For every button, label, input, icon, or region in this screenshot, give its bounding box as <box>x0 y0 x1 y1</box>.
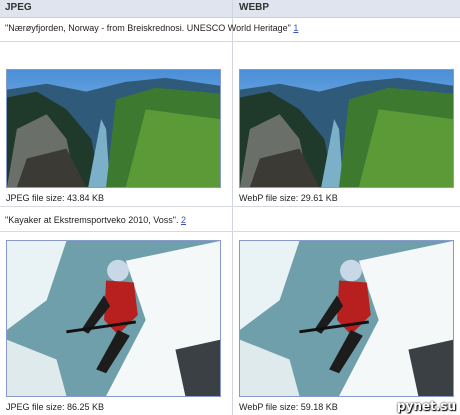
jpeg-file-size: JPEG file size: 86.25 KB <box>6 402 105 412</box>
caption-text: "Nærøyfjorden, Norway - from Breiskredno… <box>5 23 291 33</box>
webp-kayaker-image <box>239 240 454 397</box>
caption-row-2: "Kayaker at Ekstremsportveko 2010, Voss"… <box>5 215 186 225</box>
jpeg-fjord-image <box>6 69 221 188</box>
row-divider <box>0 231 460 232</box>
caption-text: "Kayaker at Ekstremsportveko 2010, Voss"… <box>5 215 179 225</box>
webp-file-size: WebP file size: 29.61 KB <box>239 193 338 203</box>
webp-fjord-image <box>239 69 454 188</box>
header-webp: WEBP <box>239 2 269 13</box>
caption-row-1: "Nærøyfjorden, Norway - from Breiskredno… <box>5 23 298 33</box>
caption-ref-link[interactable]: 2 <box>181 215 186 225</box>
jpeg-file-size: JPEG file size: 43.84 KB <box>6 193 105 203</box>
row-divider <box>0 206 460 207</box>
header-jpeg: JPEG <box>5 2 32 13</box>
row-divider <box>0 41 460 42</box>
webp-file-size: WebP file size: 59.18 KB <box>239 402 338 412</box>
caption-ref-link[interactable]: 1 <box>293 23 298 33</box>
table-header: JPEG WEBP <box>0 0 460 18</box>
watermark: pynet.su <box>396 399 456 413</box>
jpeg-kayaker-image <box>6 240 221 397</box>
comparison-table: JPEG WEBP "Nærøyfjorden, Norway - from B… <box>0 0 460 415</box>
column-divider <box>232 0 233 415</box>
